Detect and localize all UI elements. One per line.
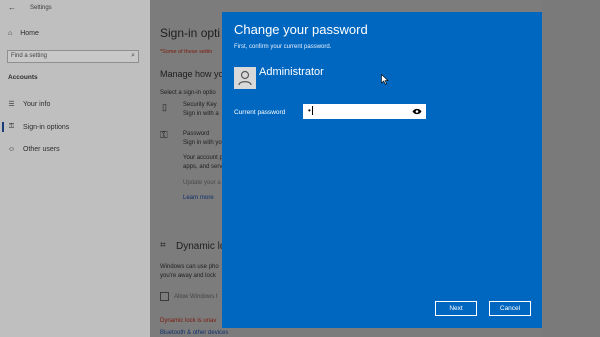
dialog-subtitle: First, confirm your current password. bbox=[234, 44, 332, 50]
back-arrow-icon[interactable]: ← bbox=[8, 3, 16, 12]
sidebar-item-label: Other users bbox=[23, 146, 60, 153]
current-password-field[interactable]: • bbox=[303, 104, 426, 119]
managed-notice: *Some of these settin bbox=[160, 49, 213, 55]
allow-windows-label: Allow Windows t bbox=[174, 294, 218, 300]
person-card-icon: ☰ bbox=[8, 101, 15, 108]
current-password-label: Current password bbox=[234, 109, 286, 116]
nav-home-label: Home bbox=[20, 30, 39, 37]
nav-home[interactable]: ⌂ Home bbox=[8, 30, 39, 37]
sidebar-item-sign-in-options[interactable]: ⚿ Sign-in options bbox=[8, 123, 69, 131]
select-option-text: Select a sign-in optio bbox=[160, 90, 216, 96]
sidebar-item-label: Your info bbox=[23, 100, 51, 108]
page-title: Sign-in opti bbox=[160, 26, 221, 40]
home-icon: ⌂ bbox=[8, 30, 13, 37]
mouse-cursor-icon bbox=[381, 74, 389, 85]
next-button[interactable]: Next bbox=[435, 301, 477, 316]
password-title[interactable]: Password bbox=[183, 131, 209, 137]
security-key-desc: Sign in with a bbox=[183, 111, 219, 117]
people-icon: ☺ bbox=[8, 146, 16, 153]
avatar bbox=[234, 67, 256, 89]
background-strip bbox=[542, 0, 600, 337]
sidebar: ← Settings ⌂ Home Find a setting ⌕ Accou… bbox=[0, 0, 150, 337]
sidebar-item-your-info[interactable]: ☰ Your info bbox=[8, 100, 51, 109]
key-icon: ⚿ bbox=[8, 123, 15, 130]
search-icon: ⌕ bbox=[131, 52, 135, 59]
window-title: Settings bbox=[30, 5, 52, 11]
dynamic-unavailable: Dynamic lock is unav bbox=[160, 318, 217, 324]
cancel-button[interactable]: Cancel bbox=[489, 301, 531, 316]
sidebar-item-label: Sign-in options bbox=[23, 123, 70, 131]
search-input[interactable]: Find a setting ⌕ bbox=[7, 50, 139, 63]
section-heading: Accounts bbox=[8, 74, 38, 81]
dynamic-lock-icon: ⌗ bbox=[160, 240, 166, 251]
active-indicator bbox=[2, 122, 4, 132]
user-icon bbox=[238, 70, 252, 86]
change-password-dialog: Change your password First, confirm your… bbox=[222, 12, 542, 328]
dynamic-desc-1: Windows can use pho bbox=[160, 264, 219, 270]
sidebar-item-other-users[interactable]: ☺ Other users bbox=[8, 146, 60, 153]
allow-windows-checkbox[interactable] bbox=[160, 292, 169, 301]
password-desc: Sign in with yo bbox=[183, 140, 222, 146]
security-key-title[interactable]: Security Key bbox=[183, 102, 217, 108]
search-placeholder: Find a setting bbox=[11, 53, 48, 59]
password-key-icon: ⚿ bbox=[160, 130, 168, 141]
bluetooth-link[interactable]: Bluetooth & other devices bbox=[160, 330, 228, 336]
reveal-password-icon[interactable] bbox=[412, 108, 422, 115]
dialog-title: Change your password bbox=[234, 22, 368, 37]
password-update-text: Update your a bbox=[183, 180, 221, 186]
text-caret bbox=[311, 106, 313, 116]
username: Administrator bbox=[259, 66, 324, 78]
learn-more-link[interactable]: Learn more bbox=[183, 195, 214, 201]
usb-key-icon: ▯ bbox=[162, 102, 167, 112]
dynamic-lock-title: Dynamic lo bbox=[176, 241, 226, 252]
manage-heading: Manage how yo bbox=[160, 69, 224, 79]
password-body-2: apps, and serv bbox=[183, 164, 223, 170]
dynamic-desc-2: you're away and lock bbox=[160, 273, 216, 279]
password-mask: • bbox=[308, 106, 311, 115]
password-body-1: Your account p bbox=[183, 155, 223, 161]
